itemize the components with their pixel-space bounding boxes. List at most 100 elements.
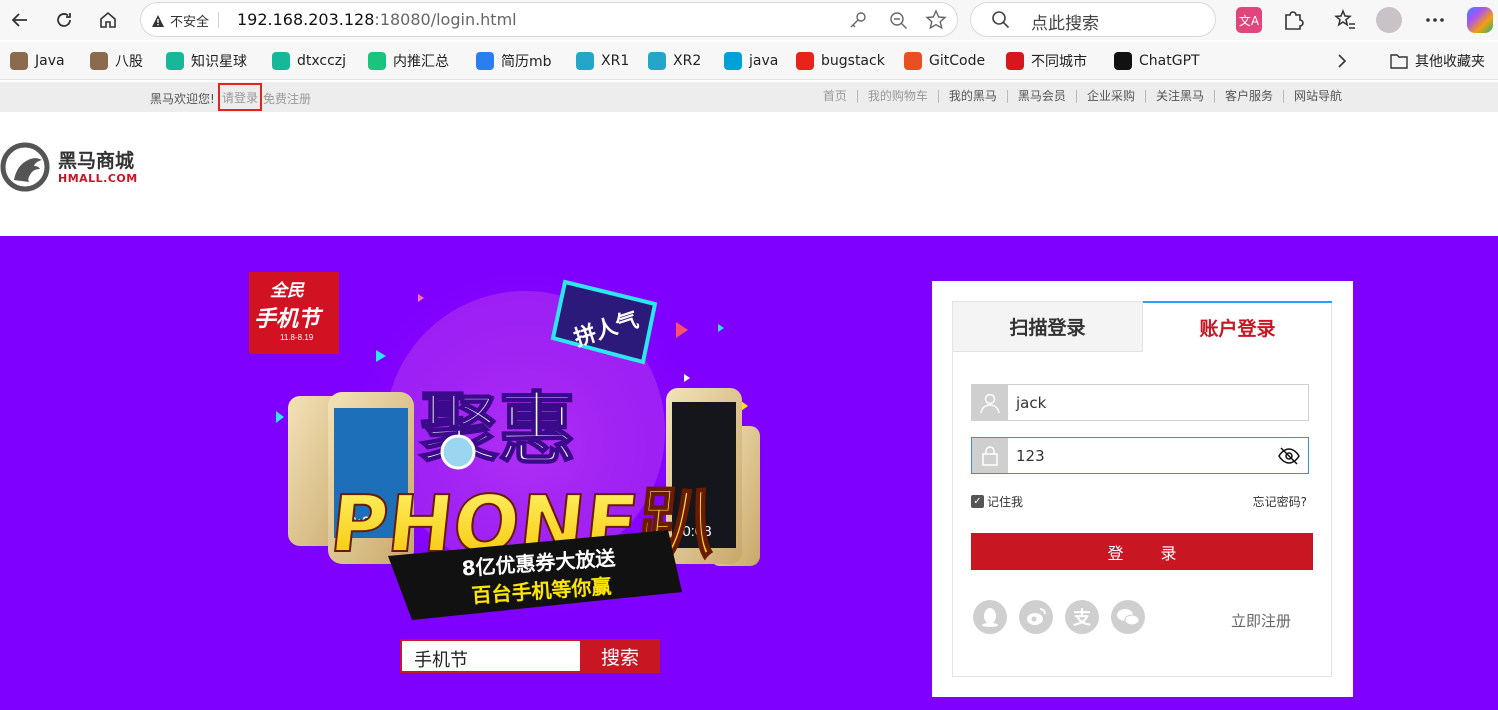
password-field[interactable]: 123: [971, 437, 1309, 474]
back-button[interactable]: [6, 6, 34, 34]
bookmark-label: 其他收藏夹: [1415, 54, 1485, 70]
topnav-home[interactable]: 首页: [813, 90, 857, 103]
promo-search-button[interactable]: 搜索: [580, 639, 660, 673]
copilot-icon[interactable]: [1467, 7, 1493, 33]
qq-icon[interactable]: [973, 600, 1007, 634]
bookmark-label: 简历mb: [501, 54, 552, 70]
site-topbar: 黑马欢迎您! 请登录 免费注册 首页 我的购物车 我的黑马 黑马会员 企业采购 …: [0, 82, 1498, 112]
address-bar[interactable]: 不安全 192.168.203.128:18080/login.html: [140, 2, 958, 37]
site-logo[interactable]: 黑马商城 HMALL.COM: [0, 140, 145, 192]
bookmark-item[interactable]: java: [724, 51, 778, 71]
tab-scan-login[interactable]: 扫描登录: [953, 302, 1143, 352]
username-field[interactable]: jack: [971, 384, 1309, 421]
welcome-text: 黑马欢迎您!: [150, 92, 215, 106]
weibo-icon[interactable]: [1019, 600, 1053, 634]
favorites-icon[interactable]: [1332, 7, 1358, 33]
bookmark-item[interactable]: 简历mb: [476, 51, 552, 71]
bookmark-label: 内推汇总: [393, 54, 449, 70]
bookmark-item[interactable]: 知识星球: [166, 51, 247, 71]
bookmark-favicon-icon: [368, 52, 386, 70]
refresh-button[interactable]: [50, 6, 78, 34]
register-now-link[interactable]: 立即注册: [1231, 610, 1291, 631]
promo-badge-top: 全民: [270, 281, 305, 301]
bookmark-favicon-icon: [1114, 52, 1132, 70]
bookmark-favicon-icon: [796, 52, 814, 70]
alipay-icon[interactable]: 支: [1065, 600, 1099, 634]
bookmark-item[interactable]: dtxcczj: [272, 51, 346, 71]
topnav-sitemap[interactable]: 网站导航: [1282, 90, 1352, 103]
bookmark-favicon-icon: [576, 52, 594, 70]
login-button[interactable]: 登 录: [971, 533, 1313, 570]
security-indicator[interactable]: 不安全: [151, 11, 220, 30]
top-nav: 首页 我的购物车 我的黑马 黑马会员 企业采购 关注黑马 客户服务 网站导航: [813, 90, 1352, 103]
home-icon: [100, 11, 116, 28]
remember-me[interactable]: ✓ 记住我: [971, 493, 1023, 510]
bookmark-item[interactable]: 八股: [90, 51, 143, 71]
bookmark-favicon-icon: [476, 52, 494, 70]
forgot-password-link[interactable]: 忘记密码?: [1253, 493, 1307, 510]
register-link[interactable]: 免费注册: [263, 90, 311, 107]
bookmark-item[interactable]: XR1: [576, 51, 629, 71]
bookmark-label: GitCode: [929, 53, 986, 69]
home-button[interactable]: [94, 6, 122, 34]
bookmark-favicon-icon: [724, 52, 742, 70]
zoom-out-icon[interactable]: [887, 9, 909, 31]
key-icon[interactable]: [847, 9, 869, 31]
bookmark-favicon-icon: [166, 52, 184, 70]
chevron-right-icon[interactable]: [1334, 53, 1350, 69]
topnav-cart[interactable]: 我的购物车: [856, 90, 938, 103]
bookmark-label: bugstack: [821, 53, 885, 69]
tab-account-login[interactable]: 账户登录: [1143, 301, 1332, 351]
promo-banner-image[interactable]: 08:08 10:08 全民 手机节 11.8-8.19 拼人气 聚惠 PHON…: [240, 266, 810, 626]
security-label: 不安全: [170, 15, 210, 30]
more-icon[interactable]: [1422, 7, 1448, 33]
bookmark-item[interactable]: bugstack: [796, 51, 885, 71]
avatar[interactable]: [1376, 7, 1402, 33]
promo-badge-main: 手机节: [254, 307, 324, 332]
topnav-service[interactable]: 客户服务: [1213, 90, 1283, 103]
bookmark-label: Java: [35, 53, 65, 69]
refresh-icon: [57, 13, 71, 27]
remember-label: 记住我: [987, 495, 1024, 509]
topnav-my-heima[interactable]: 我的黑马: [937, 90, 1007, 103]
translate-icon[interactable]: 文A: [1236, 7, 1262, 33]
login-panel: 扫描登录 账户登录 jack 123 ✓ 记住我 忘记密码? 登 录 支 立即注…: [932, 281, 1353, 697]
bookmark-item[interactable]: ChatGPT: [1114, 51, 1200, 71]
promo-search-input[interactable]: 手机节: [400, 639, 580, 673]
bookmark-favicon-icon: [10, 52, 28, 70]
wechat-icon[interactable]: [1111, 600, 1145, 634]
lock-icon: [972, 438, 1008, 473]
bookmark-label: 知识星球: [191, 54, 247, 70]
horse-logo-icon: [0, 142, 50, 192]
bookmark-other-folder[interactable]: 其他收藏夹: [1390, 51, 1485, 71]
login-link[interactable]: 请登录: [218, 83, 262, 111]
bookmark-label: ChatGPT: [1139, 53, 1200, 69]
logo-en: HMALL.COM: [58, 172, 138, 185]
topnav-follow[interactable]: 关注黑马: [1144, 90, 1214, 103]
browser-search[interactable]: 点此搜索: [970, 2, 1216, 37]
bookmark-label: XR1: [601, 53, 630, 69]
login-box: 扫描登录 账户登录 jack 123 ✓ 记住我 忘记密码? 登 录 支 立即注…: [952, 301, 1332, 677]
bookmark-item[interactable]: XR2: [648, 51, 701, 71]
hero-banner: 08:08 10:08 全民 手机节 11.8-8.19 拼人气 聚惠 PHON…: [0, 236, 1498, 710]
bookmark-item[interactable]: GitCode: [904, 51, 985, 71]
topnav-enterprise[interactable]: 企业采购: [1075, 90, 1145, 103]
user-icon: [972, 385, 1008, 420]
bookmark-label: XR2: [673, 53, 702, 69]
social-login: 支: [973, 600, 1145, 634]
checkbox-checked-icon[interactable]: ✓: [971, 495, 984, 508]
bookmark-item[interactable]: Java: [10, 51, 65, 71]
topnav-membership[interactable]: 黑马会员: [1006, 90, 1076, 103]
password-value[interactable]: 123: [1008, 438, 1278, 473]
bookmark-item[interactable]: 内推汇总: [368, 51, 449, 71]
bookmark-favicon-icon: [272, 52, 290, 70]
url-host: 192.168.203.128: [237, 10, 375, 29]
bookmark-favicon-icon: [1006, 52, 1024, 70]
username-value[interactable]: jack: [1008, 385, 1308, 420]
promo-badge-date: 11.8-8.19: [280, 333, 314, 342]
extensions-icon[interactable]: [1280, 7, 1306, 33]
bookmark-item[interactable]: 不同城市: [1006, 51, 1087, 71]
eye-hidden-icon[interactable]: [1278, 446, 1300, 466]
url-path: :18080/login.html: [374, 10, 517, 29]
star-icon[interactable]: [925, 9, 947, 31]
